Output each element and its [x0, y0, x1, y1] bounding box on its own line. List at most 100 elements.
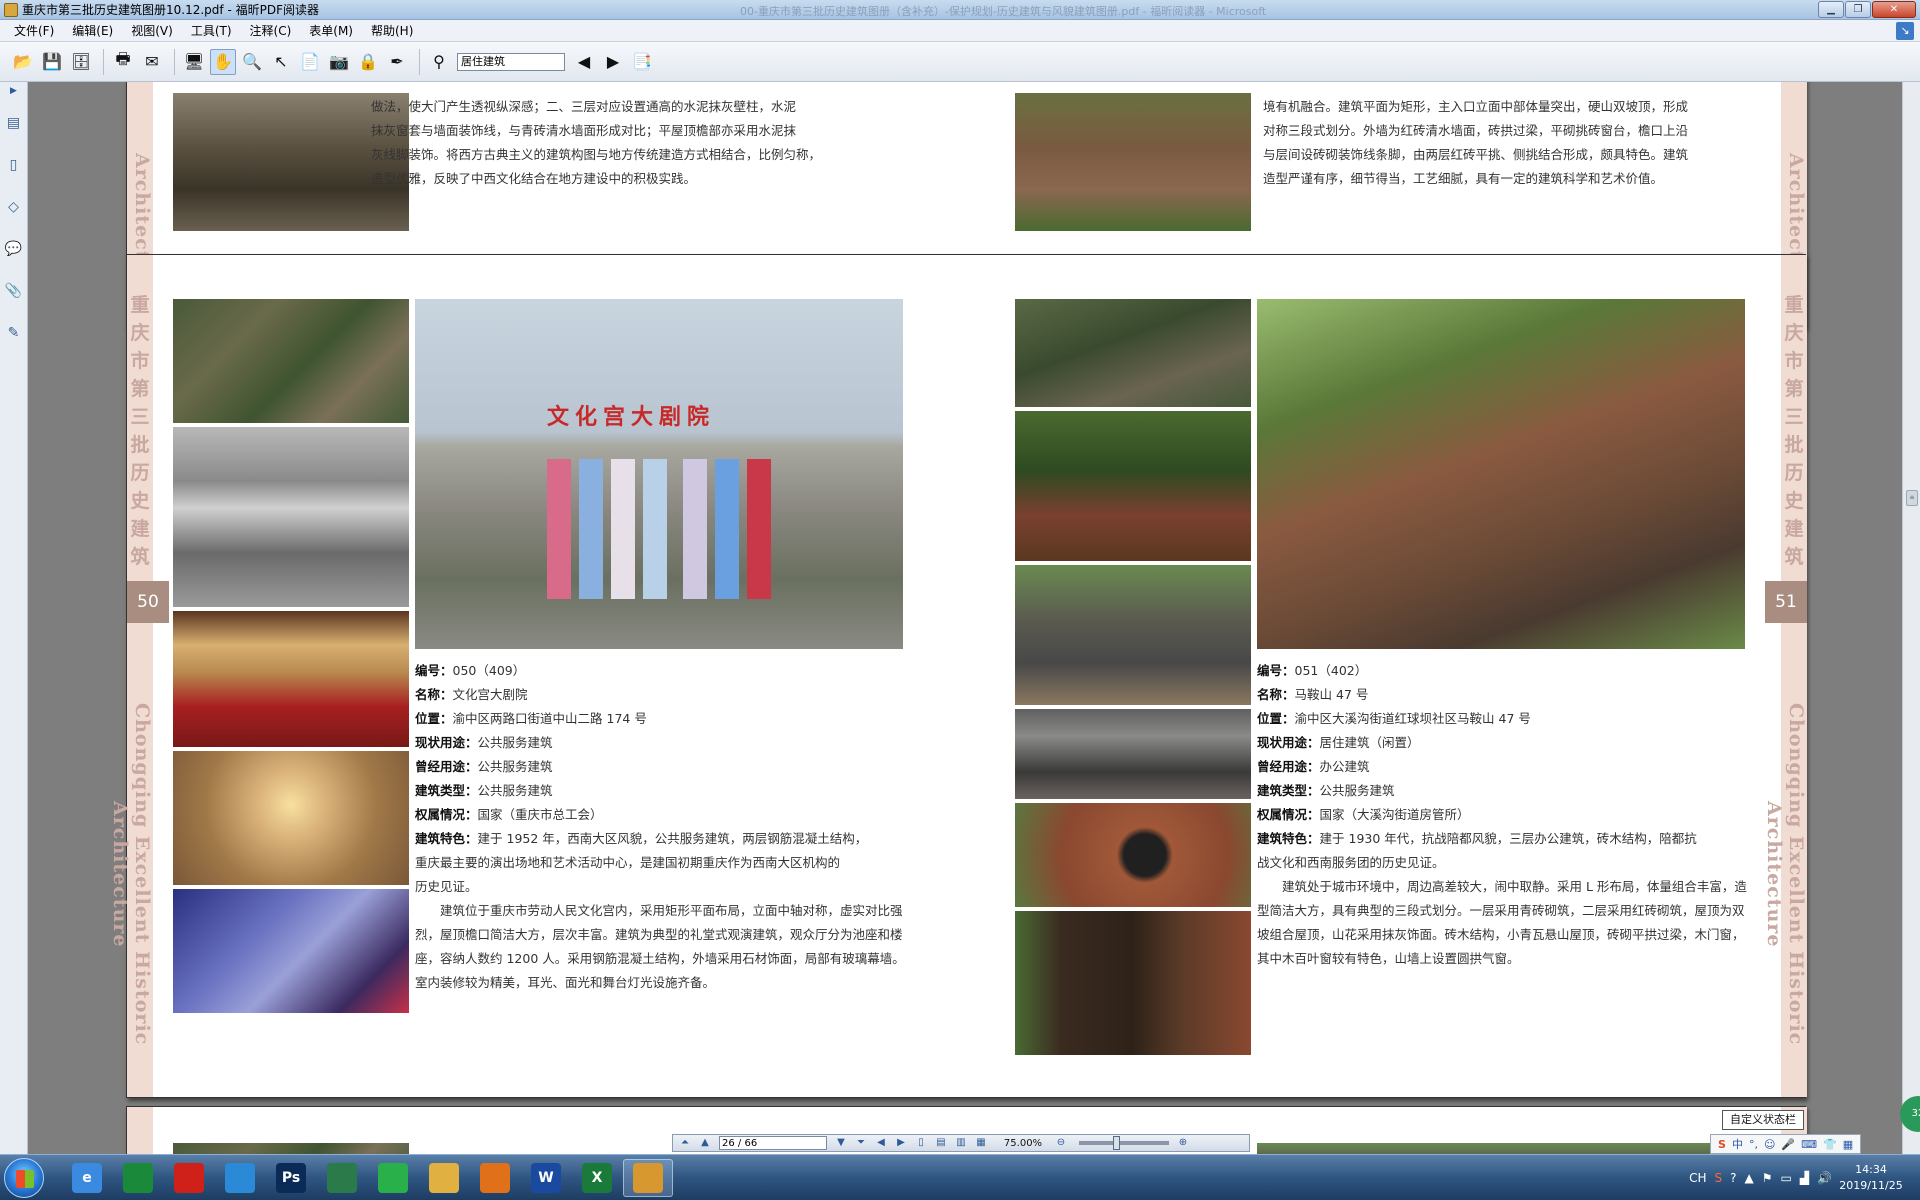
forward-icon[interactable]: ▶ — [893, 1136, 909, 1150]
select-arrow-icon[interactable]: ↖ — [268, 49, 294, 75]
taskbar-app-foxit[interactable] — [623, 1159, 673, 1197]
taskbar-app-acrobat[interactable] — [164, 1159, 214, 1197]
save-all-icon[interactable]: 🗄 — [68, 49, 94, 75]
taskbar-app-wechat[interactable] — [368, 1159, 418, 1197]
tools-icon[interactable]: ▦ — [1843, 1138, 1853, 1151]
voice-icon[interactable]: 🎤 — [1781, 1138, 1795, 1151]
info-row: 曾经用途：办公建筑 — [1257, 759, 1370, 774]
zoom-level[interactable]: 75.00% — [993, 1138, 1053, 1149]
comments-icon[interactable]: 💬 — [3, 238, 25, 260]
email-icon[interactable]: ✉ — [139, 49, 165, 75]
keyboard-icon[interactable]: ⌨ — [1801, 1138, 1817, 1151]
action-center-icon[interactable]: ⚑ — [1762, 1171, 1773, 1185]
menu-comment[interactable]: 注释(C) — [250, 22, 292, 39]
sogou-icon[interactable]: S — [1718, 1138, 1726, 1151]
attachments-icon[interactable]: 📎 — [3, 280, 25, 302]
save-icon[interactable]: 💾 — [39, 49, 65, 75]
photo-auditorium — [173, 611, 409, 747]
close-button[interactable]: ✕ — [1872, 1, 1916, 18]
custom-status-bar-button[interactable]: 自定义状态栏 — [1722, 1110, 1804, 1130]
find-previous-icon[interactable]: ◀ — [571, 49, 597, 75]
back-icon[interactable]: ◀ — [873, 1136, 889, 1150]
volume-icon[interactable]: 🔊 — [1817, 1171, 1832, 1185]
info-row: 位置：渝中区两路口街道中山二路 174 号 — [415, 711, 647, 726]
page-number-input[interactable] — [719, 1136, 827, 1150]
taskbar-app-excel[interactable]: X — [572, 1159, 622, 1197]
restore-button[interactable]: ❐ — [1845, 1, 1871, 18]
menu-help[interactable]: 帮助(H) — [371, 22, 413, 39]
taskbar-app-explorer[interactable] — [419, 1159, 469, 1197]
zoom-in-icon[interactable]: ⊕ — [1175, 1136, 1191, 1150]
facing-icon[interactable]: ▥ — [953, 1136, 969, 1150]
menu-file[interactable]: 文件(F) — [14, 22, 54, 39]
help-icon[interactable]: ↘ — [1896, 22, 1914, 40]
band-chinese-char: 三 — [130, 406, 150, 428]
sign-pen-icon[interactable]: ✒ — [384, 49, 410, 75]
menu-tools[interactable]: 工具(T) — [191, 22, 232, 39]
menu-form[interactable]: 表单(M) — [309, 22, 353, 39]
taskbar-app-photoshop[interactable]: Ps — [266, 1159, 316, 1197]
language-indicator[interactable]: CH — [1689, 1171, 1706, 1185]
snapshot-icon[interactable]: 📷 — [326, 49, 352, 75]
sogou-tray-icon[interactable]: S — [1714, 1171, 1722, 1185]
hand-tool-icon[interactable]: ✋ — [210, 48, 236, 75]
open-icon[interactable]: 📂 — [10, 49, 36, 75]
pdf-page-spread: 重庆市第三批历史建筑 50 Chongqing Excellent Histor… — [109, 254, 1807, 1098]
continuous-icon[interactable]: ▤ — [933, 1136, 949, 1150]
layers-icon[interactable]: ◇ — [3, 196, 25, 218]
print-icon[interactable]: 🖶 — [110, 49, 136, 75]
first-page-icon[interactable]: ⏶ — [677, 1136, 693, 1150]
zoom-slider-knob[interactable] — [1113, 1136, 1120, 1150]
banner — [547, 459, 571, 599]
emoji-icon[interactable]: ☺ — [1764, 1138, 1775, 1151]
scrollbar-thumb[interactable]: ≡ — [1906, 490, 1918, 506]
text-line: 造型严谨有序，细节得当，工艺细腻，具有一定的建筑科学和艺术价值。 — [1263, 171, 1664, 186]
photo-aerial-view — [173, 1143, 409, 1154]
fullscreen-icon[interactable]: 🖥 — [181, 49, 207, 75]
info-row: 编号：051（402） — [1257, 663, 1368, 678]
menu-view[interactable]: 视图(V) — [131, 22, 173, 39]
vertical-scrollbar[interactable]: ≡ — [1902, 82, 1920, 1154]
find-next-icon[interactable]: ▶ — [600, 49, 626, 75]
menu-edit[interactable]: 编辑(E) — [72, 22, 113, 39]
single-page-icon[interactable]: ▯ — [913, 1136, 929, 1150]
last-page-icon[interactable]: ⏷ — [853, 1136, 869, 1150]
zoom-slider[interactable] — [1079, 1136, 1169, 1150]
find-binoculars-icon[interactable]: ⚲ — [426, 49, 452, 75]
skin-icon[interactable]: 👕 — [1823, 1138, 1837, 1151]
search-options-icon[interactable]: 📑 — [629, 49, 655, 75]
help-tray-icon[interactable]: ? — [1730, 1171, 1736, 1185]
select-text-icon[interactable]: 📄 — [297, 49, 323, 75]
next-page-icon[interactable]: ▼ — [833, 1136, 849, 1150]
text-line: 对称三段式划分。外墙为红砖清水墙面，砖拱过梁，平砌挑砖窗台，檐口上沿 — [1263, 123, 1689, 138]
taskbar-app-firefox[interactable] — [470, 1159, 520, 1197]
zoom-tool-icon[interactable]: 🔍 — [239, 49, 265, 75]
taskbar-app-app-auto[interactable] — [317, 1159, 367, 1197]
network-icon[interactable]: ▟ — [1800, 1171, 1809, 1185]
continuous-facing-icon[interactable]: ▦ — [973, 1136, 989, 1150]
bookmarks-icon[interactable]: ▤ — [3, 112, 25, 134]
search-input[interactable] — [457, 52, 565, 71]
text-line: 战文化和西南服务团的历史见证。 — [1257, 855, 1445, 870]
tray-expand-icon[interactable]: ▲ — [1744, 1171, 1753, 1185]
photo-building — [1257, 1143, 1745, 1154]
taskbar-app-app-cloud[interactable] — [215, 1159, 265, 1197]
taskbar-app-word[interactable]: W — [521, 1159, 571, 1197]
lock-icon[interactable]: 🔒 — [355, 49, 381, 75]
display-icon[interactable]: ▭ — [1780, 1171, 1791, 1185]
expand-panel-icon[interactable]: ▶ — [10, 86, 17, 96]
taskbar-app-ie[interactable]: e — [62, 1159, 112, 1197]
band-chinese-char: 批 — [1784, 434, 1804, 456]
minimize-button[interactable]: ▁ — [1818, 1, 1844, 18]
text-line: 灰线脚装饰。将西方古典主义的建筑构图与地方传统建造方式相结合，比例匀称， — [371, 147, 822, 162]
signatures-icon[interactable]: ✎ — [3, 322, 25, 344]
taskbar-app-app-green[interactable] — [113, 1159, 163, 1197]
document-viewport[interactable]: Architecture Architecture 做法，使大门产生透视纵深感；… — [28, 82, 1902, 1154]
zoom-out-icon[interactable]: ⊖ — [1053, 1136, 1069, 1150]
punctuation-icon[interactable]: °, — [1749, 1138, 1758, 1151]
start-button[interactable] — [4, 1158, 44, 1198]
clock[interactable]: 14:34 2019/11/25 — [1836, 1162, 1906, 1194]
ime-mode[interactable]: 中 — [1732, 1136, 1743, 1152]
pages-icon[interactable]: ▯ — [3, 154, 25, 176]
previous-page-icon[interactable]: ▲ — [697, 1136, 713, 1150]
